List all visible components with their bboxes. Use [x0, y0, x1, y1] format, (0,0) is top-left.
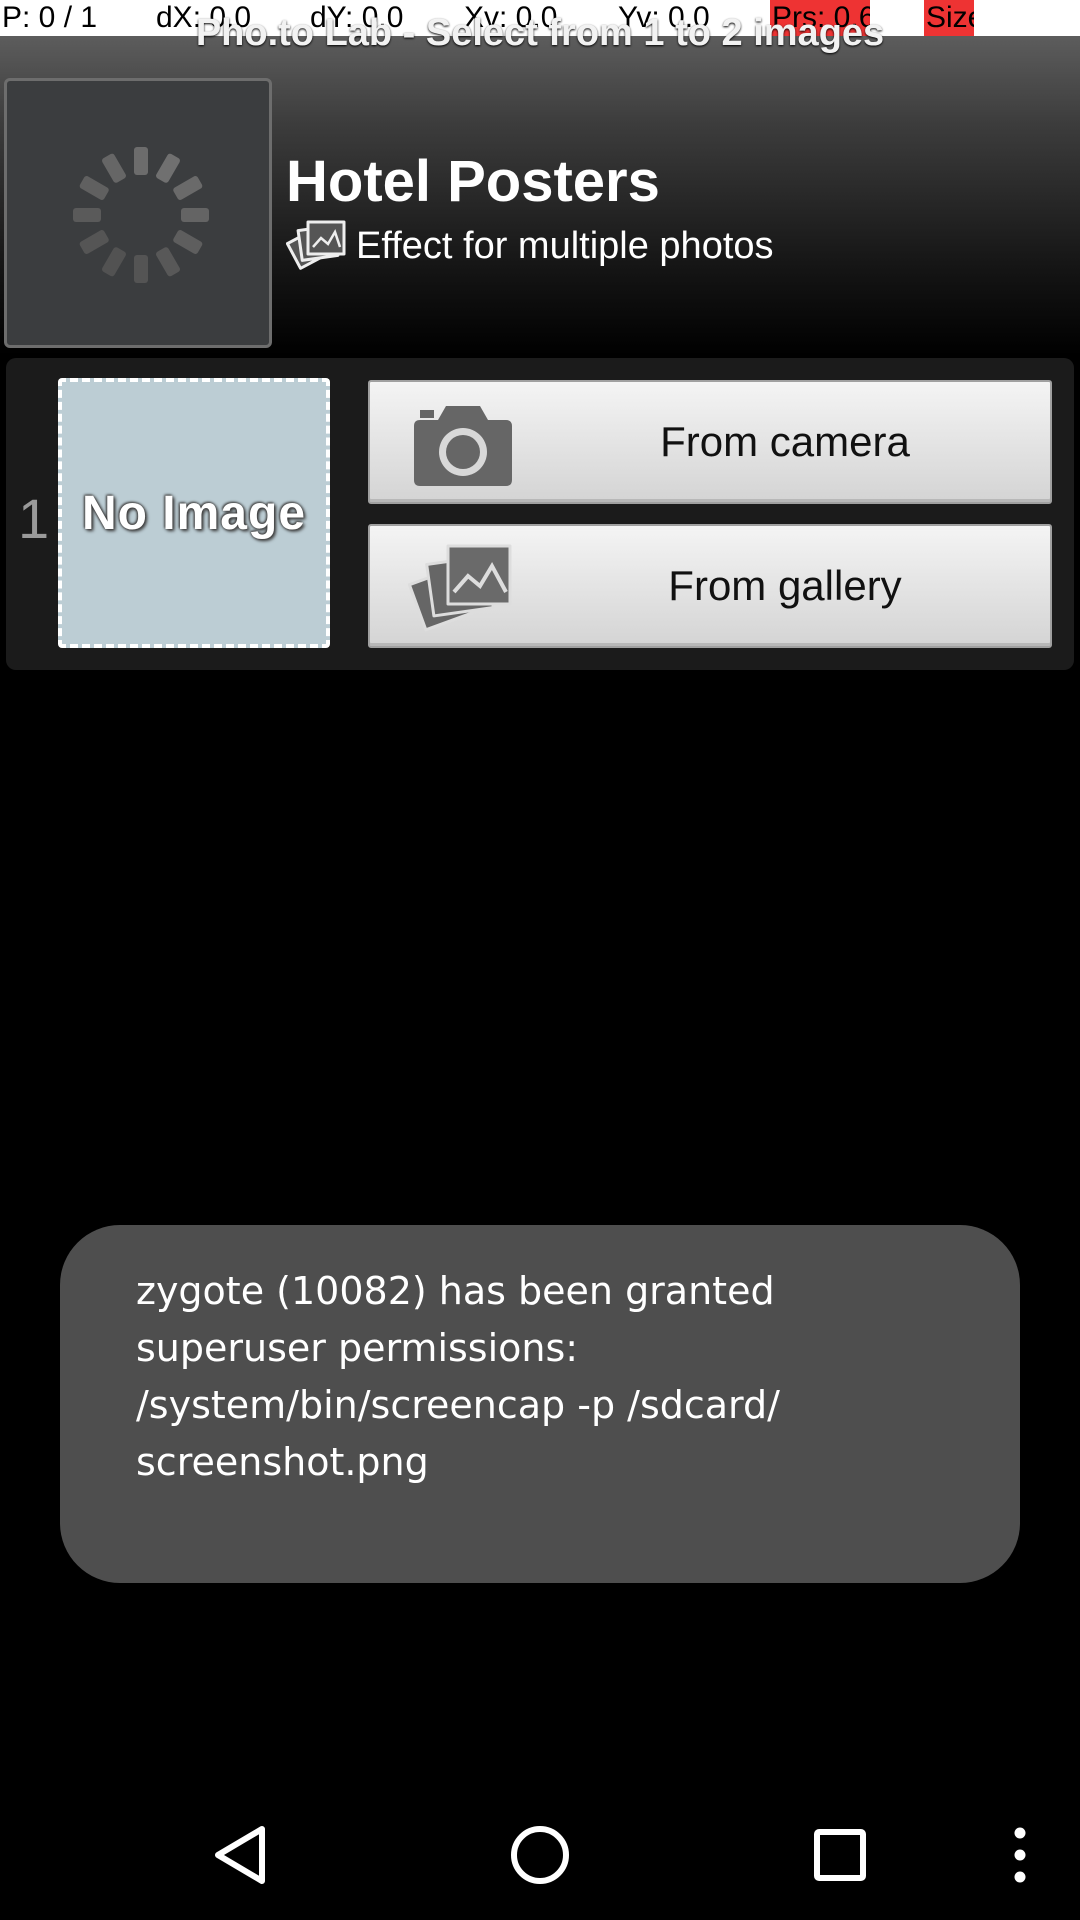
multi-photo-info: Effect for multiple photos: [286, 216, 774, 276]
overflow-menu-button[interactable]: [990, 1790, 1050, 1920]
toast-line: /system/bin/screencap -p /sdcard/: [136, 1383, 780, 1427]
image-slot-1: 1 No Image From camera From gallery: [6, 358, 1074, 670]
no-image-label: No Image: [81, 486, 307, 540]
back-triangle-icon: [215, 1826, 265, 1884]
recents-button[interactable]: [780, 1790, 900, 1920]
window-title: Pho.to Lab - Select from 1 to 2 images: [195, 12, 885, 54]
toast-line: screenshot.png: [136, 1440, 429, 1484]
camera-icon: [414, 406, 512, 486]
effect-title: Hotel Posters: [286, 149, 660, 214]
back-button[interactable]: [180, 1790, 300, 1920]
from-camera-button[interactable]: From camera: [368, 380, 1052, 504]
from-gallery-button[interactable]: From gallery: [368, 524, 1052, 648]
gallery-icon: [408, 544, 512, 632]
loading-spinner-icon: [73, 147, 209, 283]
recents-square-icon: [814, 1829, 866, 1881]
toast-line: zygote (10082) has been granted: [136, 1269, 775, 1313]
multiple-photos-icon: [286, 220, 346, 270]
toast-line: superuser permissions:: [136, 1326, 579, 1370]
effect-thumbnail: [4, 78, 272, 348]
superuser-toast: zygote (10082) has been granted superuse…: [60, 1225, 1020, 1583]
from-gallery-label: From gallery: [668, 562, 902, 609]
home-circle-icon: [511, 1826, 569, 1884]
multi-photo-label: Effect for multiple photos: [356, 224, 774, 267]
slot-number: 1: [18, 487, 50, 550]
screen: Hotel Posters Effect for multiple photos…: [0, 0, 1080, 1920]
from-camera-label: From camera: [660, 418, 910, 465]
no-image-placeholder[interactable]: No Image: [58, 378, 330, 648]
overflow-menu-icon: [1014, 1827, 1026, 1883]
home-button[interactable]: [480, 1790, 600, 1920]
system-navigation-bar: [0, 1790, 1080, 1920]
